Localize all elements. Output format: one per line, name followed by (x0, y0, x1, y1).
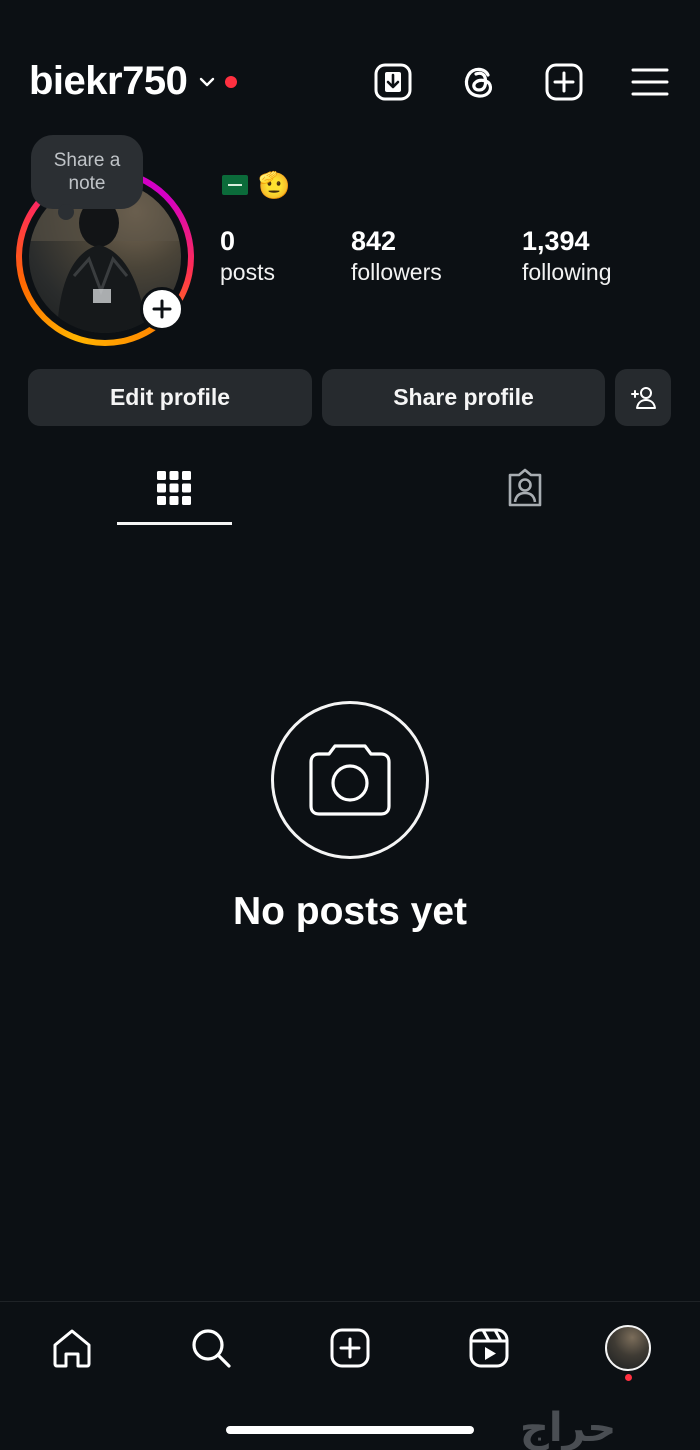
empty-state-circle (271, 701, 429, 859)
camera-icon (309, 744, 391, 816)
add-person-icon (631, 386, 656, 409)
nav-home[interactable] (48, 1324, 96, 1372)
saudi-flag-icon (222, 175, 248, 195)
following-count: 1,394 (522, 226, 590, 256)
menu-icon[interactable] (629, 61, 671, 103)
bio: 🫡 (222, 172, 290, 198)
followers-count: 842 (351, 226, 397, 256)
home-indicator[interactable] (226, 1426, 474, 1434)
tab-tagged[interactable] (495, 462, 555, 514)
threads-icon[interactable] (458, 61, 500, 103)
tagged-person-icon (508, 468, 542, 507)
saluting-hand-icon: 🫡 (258, 170, 291, 200)
nav-profile[interactable] (604, 1324, 652, 1372)
search-icon (192, 1329, 231, 1368)
discover-people-button[interactable] (615, 369, 671, 426)
username: biekr750 (29, 59, 188, 103)
account-switcher[interactable]: biekr750 (29, 59, 238, 104)
watermark-logo: حراج (520, 1405, 617, 1450)
download-box-icon[interactable] (372, 61, 414, 103)
tab-grid[interactable] (144, 462, 204, 514)
posts-count: 0 (220, 226, 236, 256)
profile-avatar (605, 1325, 651, 1371)
note-text-line1: Share a (53, 150, 121, 171)
share-note-bubble[interactable]: Share a note (31, 135, 143, 209)
grid-icon (157, 471, 191, 505)
profile-screen: biekr750 Share a note 🫡 0 posts 842 foll… (0, 0, 700, 1450)
nav-create[interactable] (326, 1324, 374, 1372)
nav-reels[interactable] (465, 1324, 513, 1372)
reels-icon (469, 1328, 509, 1368)
note-bubble-tail (58, 204, 74, 220)
add-story-button[interactable] (140, 287, 184, 331)
edit-profile-button[interactable]: Edit profile (28, 369, 312, 426)
followers-label: followers (351, 259, 442, 285)
following-stat[interactable]: 1,394 following (522, 225, 612, 287)
chevron-down-icon (200, 77, 215, 86)
following-label: following (522, 259, 612, 285)
empty-state-text: No posts yet (232, 890, 468, 933)
share-profile-button[interactable]: Share profile (322, 369, 605, 426)
notification-dot (225, 75, 238, 88)
posts-label: posts (220, 259, 275, 285)
add-post-icon[interactable] (543, 61, 585, 103)
profile-notification-dot (625, 1374, 632, 1381)
plus-icon (152, 299, 172, 319)
create-icon (330, 1328, 370, 1368)
followers-stat[interactable]: 842 followers (351, 225, 442, 287)
posts-stat: 0 posts (220, 225, 275, 287)
note-text-line2: note (68, 173, 106, 194)
home-icon (53, 1329, 91, 1368)
nav-search[interactable] (187, 1324, 235, 1372)
top-bar: biekr750 (0, 55, 700, 115)
active-tab-indicator (117, 522, 232, 525)
